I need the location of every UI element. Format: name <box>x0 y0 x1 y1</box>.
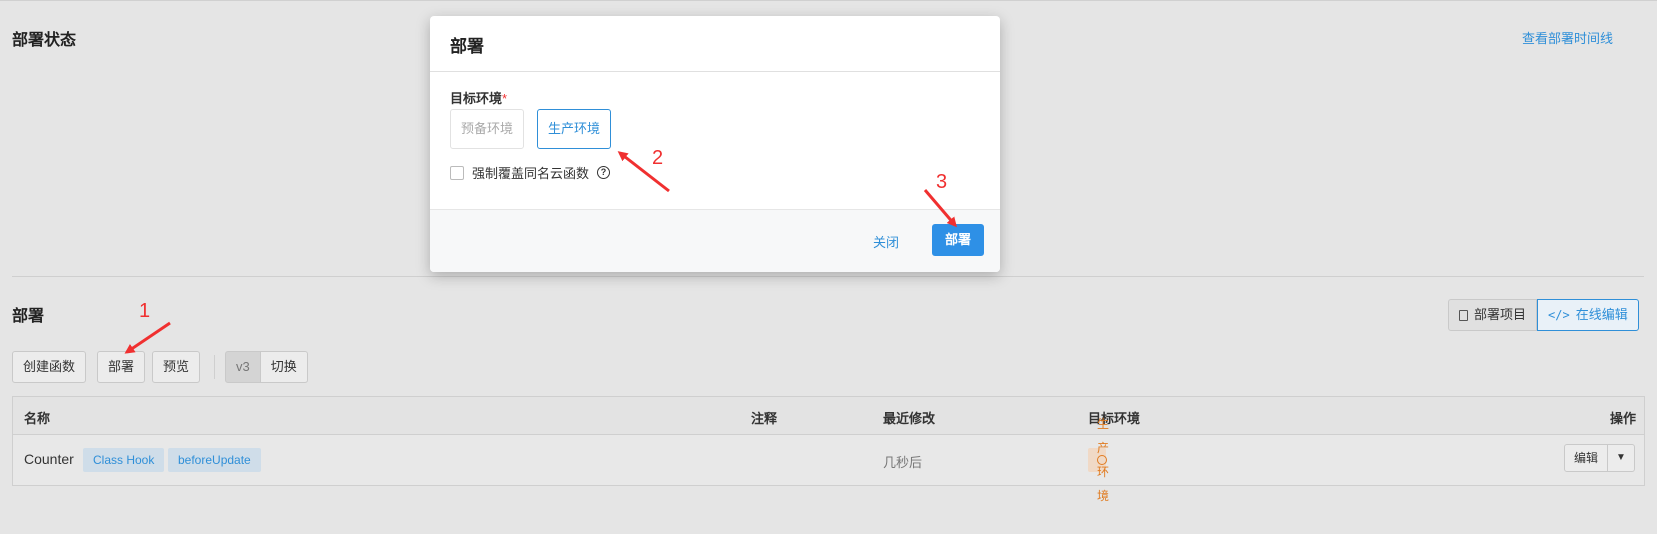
arrow-3-icon <box>923 189 957 228</box>
annotation-2: 2 <box>652 147 664 169</box>
annotation-3: 3 <box>936 171 948 193</box>
annotation-1: 1 <box>139 300 151 322</box>
annotation-arrows <box>124 151 957 354</box>
arrow-1-icon <box>124 321 171 354</box>
